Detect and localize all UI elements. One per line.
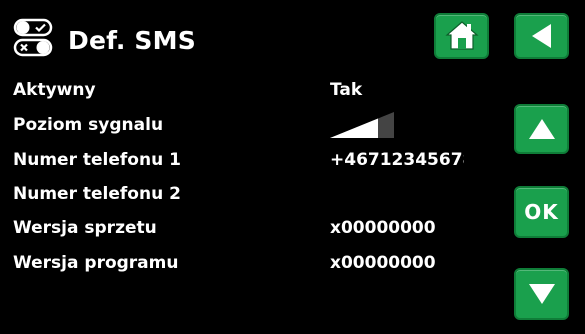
setting-value: Tak [330,80,363,100]
page-title: Def. SMS [68,26,196,55]
setting-row-signal-level[interactable]: Poziom sygnalu [13,108,503,142]
setting-row-phone-2[interactable]: Numer telefonu 2 [13,177,503,211]
setting-label: Numer telefonu 2 [13,184,181,204]
ok-button[interactable]: OK [514,186,569,238]
setting-label: Wersja programu [13,253,179,273]
home-button[interactable] [434,13,489,59]
scroll-down-button[interactable] [514,268,569,320]
setting-row-software-version[interactable]: Wersja programu x00000000 [13,246,503,280]
setting-value: x00000000 [330,253,436,273]
back-arrow-icon [529,22,555,50]
setting-label: Poziom sygnalu [13,115,164,135]
setting-row-active[interactable]: Aktywny Tak [13,73,503,107]
setting-row-hardware-version[interactable]: Wersja sprzetu x00000000 [13,211,503,245]
back-button[interactable] [514,13,569,59]
home-icon [444,20,479,52]
setting-label: Numer telefonu 1 [13,150,181,170]
setting-label: Aktywny [13,80,96,100]
sms-toggle-icon [12,18,58,58]
setting-row-phone-1[interactable]: Numer telefonu 1 +46712345678 [13,143,503,177]
up-arrow-icon [527,116,557,142]
signal-strength-icon [330,112,400,138]
setting-value: x00000000 [330,218,436,238]
scroll-up-button[interactable] [514,104,569,154]
ok-label: OK [524,200,559,224]
down-arrow-icon [527,281,557,307]
setting-value: +46712345678 [330,150,464,170]
setting-label: Wersja sprzetu [13,218,157,238]
